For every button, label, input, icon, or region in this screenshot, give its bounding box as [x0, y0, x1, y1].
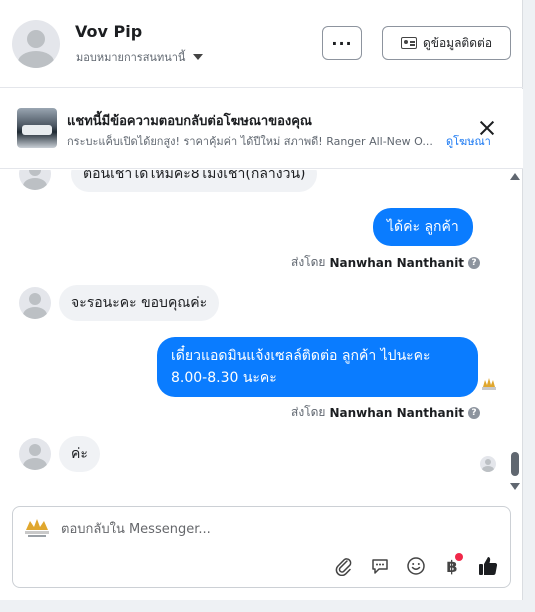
- sender-avatar[interactable]: [19, 170, 51, 190]
- ad-banner-title: แชทนี้มีข้อความตอบกลับต่อโฆษณาของคุณ: [67, 114, 312, 129]
- saved-reply-icon[interactable]: [369, 555, 391, 577]
- like-icon[interactable]: [477, 555, 499, 577]
- incoming-message: ค่ะ: [19, 436, 100, 472]
- message-composer: ฿: [12, 506, 511, 588]
- page-logo-seen-icon: [482, 378, 496, 390]
- conversation-panel: Vov Pip มอบหมายการสนทนานี้ ··· ดูข้อมูลต…: [0, 0, 523, 600]
- seen-by-avatar: [480, 456, 496, 472]
- notification-dot: [455, 553, 463, 561]
- incoming-message: จะรอนะคะ ขอบคุณค่ะ: [19, 285, 220, 321]
- avatar-body: [23, 178, 47, 190]
- paperclip-icon: [335, 558, 352, 576]
- payment-icon[interactable]: ฿: [441, 553, 463, 577]
- attach-icon[interactable]: [333, 555, 355, 577]
- sent-by-label: ส่งโดย Nanwhan Nanthanit ?: [291, 253, 481, 272]
- close-icon[interactable]: [478, 119, 496, 137]
- assign-conversation-dropdown[interactable]: มอบหมายการสนทนานี้: [76, 48, 204, 66]
- reply-input[interactable]: [61, 517, 491, 541]
- outgoing-message-bubble[interactable]: เดี๋ยวแอดมินแจ้งเซลล์ติดต่อ ลูกค้า ไปนะค…: [157, 337, 478, 397]
- sent-by-name: Nanwhan Nanthanit: [329, 405, 465, 420]
- thumbs-up-icon: [479, 557, 498, 575]
- sent-by-prefix: ส่งโดย: [291, 405, 326, 419]
- contact-name[interactable]: Vov Pip: [75, 22, 142, 41]
- sent-by-label: ส่งโดย Nanwhan Nanthanit ?: [291, 403, 481, 422]
- caret-down-icon: [193, 54, 204, 60]
- message-bubble[interactable]: ค่ะ: [59, 436, 100, 472]
- more-options-button[interactable]: ···: [322, 26, 362, 60]
- scroll-up-arrow-icon[interactable]: [510, 173, 520, 180]
- view-contact-info-button[interactable]: ดูข้อมูลติดต่อ: [382, 26, 511, 60]
- message-bubble[interactable]: ตอนเช้าได้ไหมคะ8โมงเช้า(กลางวัน): [71, 170, 318, 192]
- avatar-body: [23, 458, 47, 470]
- sender-avatar[interactable]: [19, 438, 51, 470]
- outgoing-message-bubble[interactable]: ได้ค่ะ ลูกค้า: [373, 208, 473, 246]
- ad-banner-text: กระบะแค็บเปิดได้ยกสูง! ราคาคุ้มค่า ได้ปี…: [67, 135, 433, 148]
- ad-thumbnail[interactable]: [17, 108, 57, 148]
- info-icon[interactable]: ?: [468, 256, 481, 269]
- conversation-header: Vov Pip มอบหมายการสนทนานี้ ··· ดูข้อมูลต…: [0, 0, 523, 88]
- message-bubble[interactable]: จะรอนะคะ ขอบคุณค่ะ: [59, 285, 220, 321]
- view-contact-info-label: ดูข้อมูลติดต่อ: [422, 35, 493, 50]
- incoming-message: ตอนเช้าได้ไหมคะ8โมงเช้า(กลางวัน): [19, 170, 318, 192]
- contact-card-icon: [400, 37, 417, 49]
- contact-avatar[interactable]: [12, 20, 60, 68]
- scrollbar-thumb[interactable]: [511, 452, 519, 476]
- sender-avatar[interactable]: [19, 287, 51, 319]
- avatar-body: [18, 51, 54, 68]
- avatar-head: [29, 170, 41, 176]
- info-icon[interactable]: ?: [468, 406, 481, 419]
- sent-by-name: Nanwhan Nanthanit: [329, 255, 465, 270]
- avatar-body: [23, 307, 47, 319]
- chat-bubble-icon: [372, 559, 388, 574]
- smiley-icon: [407, 557, 425, 575]
- avatar-head: [29, 444, 41, 456]
- avatar-head: [485, 459, 491, 465]
- avatar-head: [27, 30, 45, 48]
- page-logo-icon: [25, 519, 49, 537]
- scroll-down-arrow-icon[interactable]: [510, 483, 520, 490]
- emoji-icon[interactable]: [405, 555, 427, 577]
- ad-reply-banner: แชทนี้มีข้อความตอบกลับต่อโฆษณาของคุณ กระ…: [0, 89, 523, 169]
- assign-conversation-label: มอบหมายการสนทนานี้: [76, 51, 186, 64]
- message-thread: ตอนเช้าได้ไหมคะ8โมงเช้า(กลางวัน) ได้ค่ะ …: [0, 170, 506, 500]
- avatar-head: [29, 293, 41, 305]
- avatar-body: [482, 466, 494, 472]
- sent-by-prefix: ส่งโดย: [291, 255, 326, 269]
